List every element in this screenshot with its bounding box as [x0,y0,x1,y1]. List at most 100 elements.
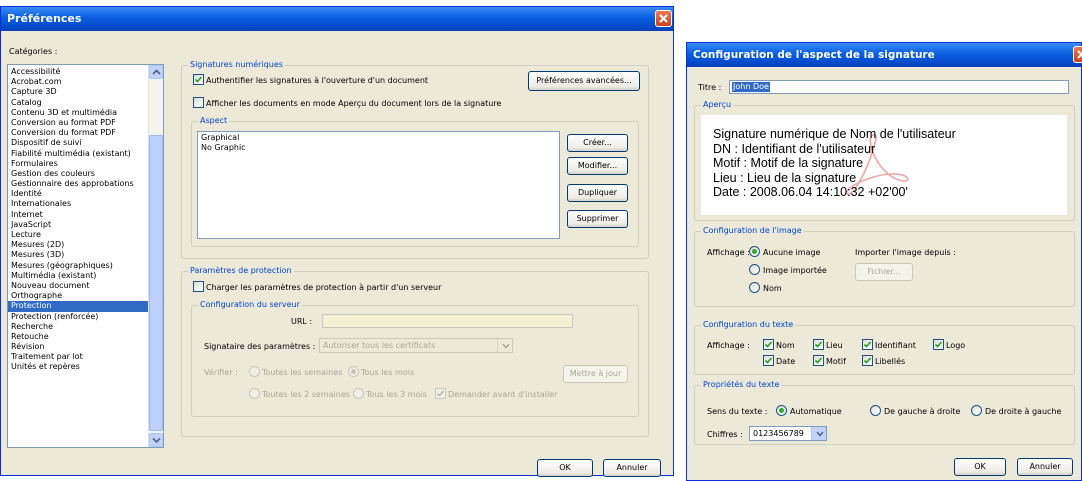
category-item[interactable]: Lecture [8,230,163,240]
category-item[interactable]: Retouche [8,332,163,342]
advanced-preferences-button[interactable]: Préférences avancées... [528,71,640,91]
category-item[interactable]: Acrobat.com [8,77,163,87]
signer-select-value: Autoriser tous les certificats [323,341,436,350]
category-item[interactable]: Gestionnaire des approbations [8,179,163,189]
show-location-checkbox[interactable] [813,339,824,350]
imported-image-radio[interactable] [749,264,760,275]
close-button[interactable] [655,10,672,27]
signer-select[interactable]: Autoriser tous les certificats [319,338,513,353]
aspect-list[interactable]: Graphical No Graphic [197,131,560,239]
scroll-up-button[interactable] [149,65,163,79]
load-from-server-checkbox[interactable] [193,281,204,292]
category-item[interactable]: Traitement par lot [8,352,163,362]
ok-button[interactable]: OK [537,459,593,477]
category-item[interactable]: Protection [8,301,163,312]
title-input-value: John Doe [732,82,770,92]
verify-label: Vérifier : [204,368,238,377]
preview-mode-checkbox[interactable] [193,97,204,108]
ok-button[interactable]: OK [954,458,1006,476]
category-item[interactable]: Catalog [8,98,163,108]
no-image-radio[interactable] [749,246,760,257]
update-button[interactable]: Mettre à jour [563,365,628,383]
category-item[interactable]: Protection (renforcée) [8,312,163,322]
close-button[interactable] [1073,46,1082,63]
preferences-title: Préférences [7,12,82,25]
aspect-group-title: Aspect [198,116,230,125]
checkmark-icon [436,390,445,397]
cancel-button[interactable]: Annuler [1017,458,1073,476]
verify-on-open-checkbox[interactable] [193,74,204,85]
text-config-group-title: Configuration du texte [701,320,796,329]
name-radio[interactable] [749,282,760,293]
category-item[interactable]: Mesures (géographiques) [8,261,163,271]
url-input[interactable] [322,314,573,328]
modify-button[interactable]: Modifier... [567,157,628,175]
verify-on-open-label: Authentifier les signatures à l'ouvertur… [206,76,429,85]
category-item[interactable]: Multimédia (existant) [8,271,163,281]
weekly-radio[interactable] [249,366,260,377]
category-item[interactable]: Révision [8,342,163,352]
preview-line: DN : Identifiant de l'utilisateur [713,141,876,156]
category-item[interactable]: Conversion du format PDF [8,128,163,138]
show-identifier-label: Identifiant [875,341,916,350]
show-logo-checkbox[interactable] [933,339,944,350]
category-item[interactable]: Identité [8,189,163,199]
category-item[interactable]: Recherche [8,322,163,332]
categories-list[interactable]: Accessibilité Acrobat.com Capture 3D Catalo… [7,64,164,448]
preferences-window: Préférences Catégories : Accessibilité Ac… [0,6,674,477]
category-item[interactable]: Unités et repères [8,362,163,372]
aspect-item[interactable]: Graphical [198,133,559,143]
file-button[interactable]: Fichier... [855,263,913,281]
delete-button[interactable]: Supprimer [567,210,628,228]
category-item[interactable]: Conversion au format PDF [8,118,163,128]
chevron-down-icon [502,343,510,349]
category-item[interactable]: Capture 3D [8,87,163,97]
scroll-thumb[interactable] [149,135,163,431]
chevron-up-icon [152,69,161,75]
category-item[interactable]: Accessibilité [8,67,163,77]
aspect-item[interactable]: No Graphic [198,143,559,153]
auto-direction-radio[interactable] [776,405,787,416]
category-item[interactable]: Internet [8,210,163,220]
weekly-label: Toutes les semaines [262,368,343,377]
digits-select[interactable]: 0123456789 [749,426,827,441]
import-from-label: Importer l'image depuis : [855,248,956,257]
digits-label: Chiffres : [707,430,743,439]
category-item[interactable]: Formulaires [8,159,163,169]
checkmark-icon [863,357,872,364]
create-button[interactable]: Créer... [567,134,628,152]
categories-scrollbar[interactable] [148,65,163,447]
category-item[interactable]: Dispositif de suivi [8,138,163,148]
rtl-radio[interactable] [971,405,982,416]
show-identifier-checkbox[interactable] [862,339,873,350]
duplicate-button[interactable]: Dupliquer [567,184,628,202]
category-item[interactable]: Mesures (2D) [8,240,163,250]
category-item[interactable]: Orthographe [8,291,163,301]
scroll-down-button[interactable] [149,433,163,447]
ask-before-install-checkbox[interactable] [435,388,446,399]
show-date-checkbox[interactable] [763,355,774,366]
signature-appearance-title: Configuration de l'aspect de la signatur… [693,49,935,61]
quarterly-radio[interactable] [353,388,364,399]
ltr-radio[interactable] [870,405,881,416]
cancel-button[interactable]: Annuler [603,459,661,477]
title-label: Titre : [698,83,722,92]
show-reason-checkbox[interactable] [813,355,824,366]
preview-line: Signature numérique de Nom de l'utilisat… [713,127,956,141]
monthly-radio[interactable] [348,366,359,377]
imported-image-label: Image importée [763,266,827,275]
show-labels-checkbox[interactable] [862,355,873,366]
category-item[interactable]: Gestion des couleurs [8,169,163,179]
category-item[interactable]: Internationales [8,199,163,209]
image-config-group-title: Configuration de l'image [701,226,804,235]
biweekly-radio[interactable] [249,388,260,399]
text-display-label: Affichage : [707,341,750,350]
category-item[interactable]: JavaScript [8,220,163,230]
show-name-checkbox[interactable] [763,339,774,350]
text-config-group: Configuration du texte [694,320,1075,375]
category-item[interactable]: Contenu 3D et multimédia [8,108,163,118]
category-item[interactable]: Mesures (3D) [8,250,163,260]
category-item[interactable]: Nouveau document [8,281,163,291]
category-item[interactable]: Fiabilité multimédia (existant) [8,149,163,159]
title-input[interactable]: John Doe [729,80,1069,94]
